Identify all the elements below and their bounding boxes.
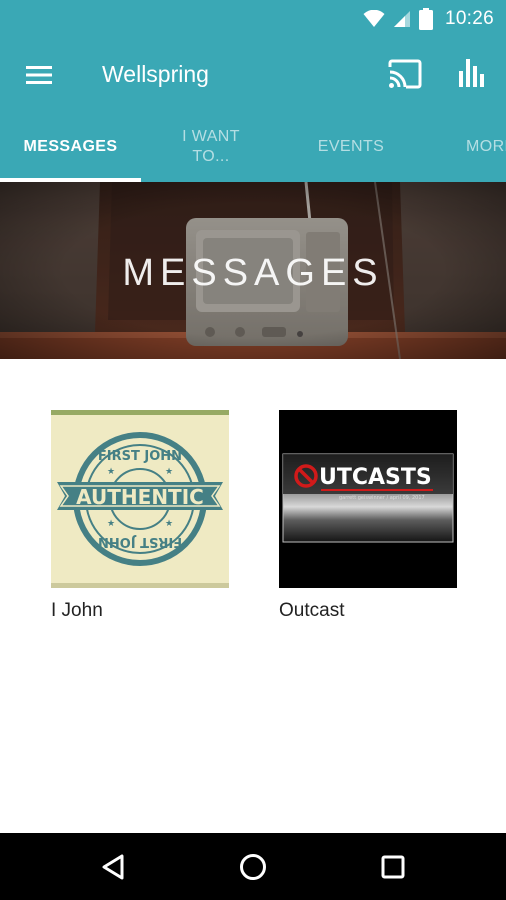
- series-grid: FIRST JOHN FIRST JOHN AUTHENTIC ★ ★ ★ ★ …: [0, 359, 506, 833]
- battery-icon: [418, 8, 433, 30]
- app-title: Wellspring: [102, 61, 209, 87]
- tab-messages[interactable]: MESSAGES: [0, 112, 141, 182]
- back-button[interactable]: [96, 849, 132, 885]
- authentic-stamp-artwork: FIRST JOHN FIRST JOHN AUTHENTIC ★ ★ ★ ★: [51, 410, 229, 588]
- tab-more[interactable]: MORE: [421, 112, 506, 182]
- signal-icon: [393, 11, 410, 27]
- tab-i-want-to[interactable]: I WANT TO...: [141, 112, 281, 182]
- app-bar: Wellspring: [0, 38, 506, 112]
- stats-button[interactable]: [456, 57, 488, 89]
- outcasts-artwork: UTCASTS garrett geiswinner / april 09, 2…: [279, 410, 457, 588]
- system-nav-bar: [0, 833, 506, 900]
- bar-chart-icon: [459, 59, 484, 87]
- home-icon: [240, 854, 266, 880]
- series-thumbnail-i-john: FIRST JOHN FIRST JOHN AUTHENTIC ★ ★ ★ ★: [51, 410, 229, 588]
- artwork-subtitle: garrett geiswinner / april 09, 2017: [339, 495, 425, 501]
- wifi-icon: [363, 10, 385, 27]
- cast-icon: [388, 59, 422, 89]
- status-time: 10:26: [444, 8, 494, 29]
- series-card-outcast[interactable]: UTCASTS garrett geiswinner / april 09, 2…: [279, 410, 457, 680]
- hero-title: MESSAGES: [122, 252, 384, 294]
- artwork-headline: UTCASTS: [319, 465, 432, 490]
- home-button[interactable]: [235, 849, 271, 885]
- series-thumbnail-outcast: UTCASTS garrett geiswinner / april 09, 2…: [279, 410, 457, 588]
- status-bar: 10:26: [0, 0, 506, 38]
- menu-button[interactable]: [22, 61, 56, 89]
- tab-bar: MESSAGES I WANT TO... EVENTS MORE: [0, 112, 506, 182]
- cast-button[interactable]: [387, 58, 423, 90]
- series-title-i-john: I John: [51, 600, 103, 621]
- tab-events[interactable]: EVENTS: [281, 112, 421, 182]
- recents-icon: [381, 855, 405, 879]
- back-icon: [102, 854, 124, 880]
- series-title-outcast: Outcast: [279, 600, 345, 621]
- menu-icon: [26, 66, 52, 84]
- hero-banner: MESSAGES: [0, 182, 506, 359]
- recents-button[interactable]: [375, 849, 411, 885]
- status-icons: 10:26: [363, 7, 494, 31]
- series-card-i-john[interactable]: FIRST JOHN FIRST JOHN AUTHENTIC ★ ★ ★ ★ …: [51, 410, 229, 680]
